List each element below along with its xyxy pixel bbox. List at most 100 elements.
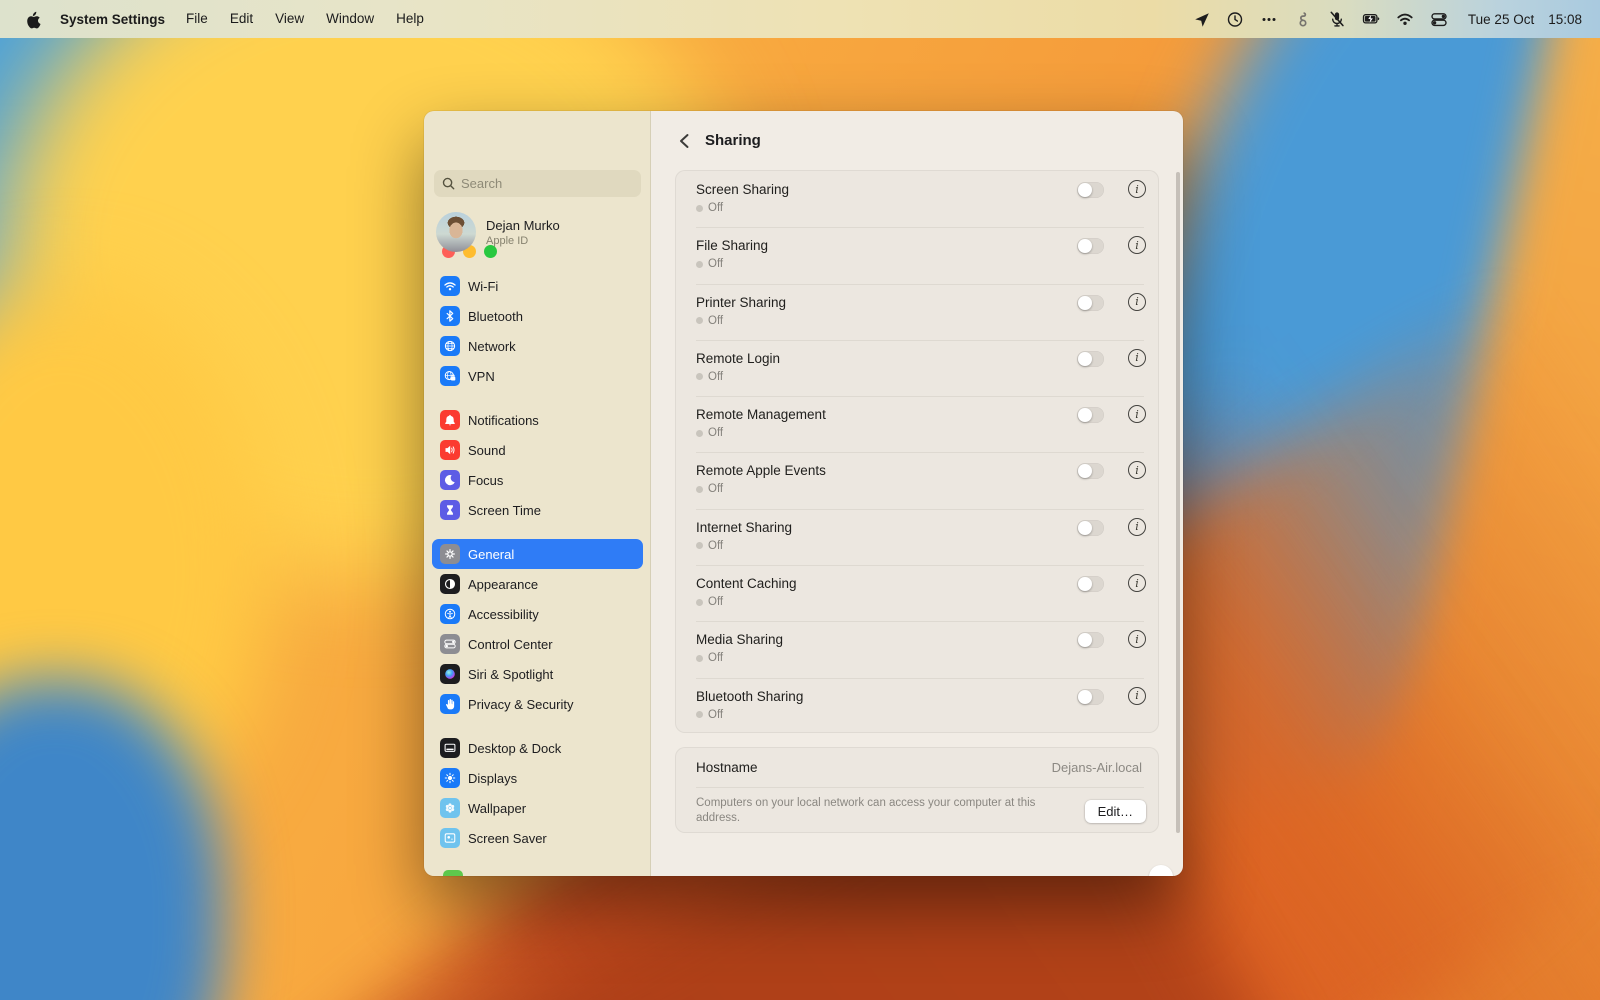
service-toggle[interactable] (1077, 182, 1104, 198)
profile-row[interactable]: Dejan Murko Apple ID (436, 212, 560, 252)
sidebar-item-focus[interactable]: Focus (432, 465, 643, 495)
bluetooth-icon (440, 306, 460, 326)
menubar-clock[interactable]: 15:08 (1548, 12, 1582, 27)
menu-edit[interactable]: Edit (219, 11, 264, 26)
sidebar-item-label: Siri & Spotlight (468, 667, 553, 682)
sidebar-item-wallpaper[interactable]: Wallpaper (432, 793, 643, 823)
location-icon[interactable] (1184, 7, 1218, 31)
search-field[interactable]: Search (434, 170, 641, 197)
service-label: Screen Sharing (696, 182, 1138, 197)
service-toggle[interactable] (1077, 576, 1104, 592)
service-label: Remote Apple Events (696, 463, 1138, 478)
info-button[interactable]: i (1128, 236, 1146, 254)
more-status-icon[interactable] (1252, 7, 1286, 31)
status-dot-icon (696, 261, 703, 268)
sidebar-item-network[interactable]: Network (432, 331, 643, 361)
status-dot-icon (696, 373, 703, 380)
menu-file[interactable]: File (175, 11, 219, 26)
scroll-reverser-icon[interactable] (1286, 7, 1320, 31)
recents-clock-icon[interactable] (1218, 7, 1252, 31)
service-label: Bluetooth Sharing (696, 689, 1138, 704)
sharing-row-internet-sharing: Internet SharingOffi (676, 509, 1158, 565)
sidebar-item-label: Wi-Fi (468, 279, 498, 294)
search-placeholder: Search (461, 176, 502, 191)
hourglass-icon (440, 500, 460, 520)
control-center-icon[interactable] (1422, 7, 1456, 31)
info-button[interactable]: i (1128, 293, 1146, 311)
service-status: Off (696, 427, 1138, 439)
wifi-status-icon[interactable] (1388, 7, 1422, 31)
control-center-icon (440, 634, 460, 654)
status-dot-icon (696, 655, 703, 662)
service-status: Off (696, 371, 1138, 383)
info-button[interactable]: i (1128, 461, 1146, 479)
service-label: Remote Management (696, 407, 1138, 422)
info-button[interactable]: i (1128, 180, 1146, 198)
menubar-date[interactable]: Tue 25 Oct (1468, 12, 1534, 27)
service-toggle[interactable] (1077, 351, 1104, 367)
sidebar-item-screen-time[interactable]: Screen Time (432, 495, 643, 525)
menu-window[interactable]: Window (315, 11, 385, 26)
toggle-knob (1078, 690, 1092, 704)
sidebar-item-screen-saver[interactable]: Screen Saver (432, 823, 643, 853)
toggle-knob (1078, 408, 1092, 422)
sidebar-item-appearance[interactable]: Appearance (432, 569, 643, 599)
menu-view[interactable]: View (264, 11, 315, 26)
service-toggle[interactable] (1077, 520, 1104, 536)
bell-icon (440, 410, 460, 430)
sidebar-item-siri-spotlight[interactable]: Siri & Spotlight (432, 659, 643, 689)
battery-charging-icon[interactable] (1354, 7, 1388, 31)
sidebar-item-accessibility[interactable]: Accessibility (432, 599, 643, 629)
sidebar-item-control-center[interactable]: Control Center (432, 629, 643, 659)
sharing-row-media-sharing: Media SharingOffi (676, 621, 1158, 677)
service-toggle[interactable] (1077, 238, 1104, 254)
service-toggle[interactable] (1077, 463, 1104, 479)
sidebar-item-desktop-dock[interactable]: Desktop & Dock (432, 733, 643, 763)
sidebar-item-label: Appearance (468, 577, 538, 592)
edit-hostname-button[interactable]: Edit… (1085, 800, 1146, 823)
service-toggle[interactable] (1077, 632, 1104, 648)
menu-help[interactable]: Help (385, 11, 435, 26)
mic-muted-icon[interactable] (1320, 7, 1354, 31)
sidebar-item-label: Notifications (468, 413, 539, 428)
apple-menu-icon[interactable] (14, 10, 50, 29)
info-button[interactable]: i (1128, 405, 1146, 423)
toggle-knob (1078, 183, 1092, 197)
sidebar-item-notifications[interactable]: Notifications (432, 405, 643, 435)
hostname-value: Dejans-Air.local (1052, 760, 1142, 775)
moon-icon (440, 470, 460, 490)
status-dot-icon (696, 542, 703, 549)
next-row-toggle-peek (1149, 865, 1173, 876)
service-label: Media Sharing (696, 632, 1138, 647)
scrollbar[interactable] (1176, 172, 1180, 833)
status-dot-icon (696, 711, 703, 718)
service-toggle[interactable] (1077, 689, 1104, 705)
info-button[interactable]: i (1128, 518, 1146, 536)
service-toggle[interactable] (1077, 407, 1104, 423)
sidebar-item-wi-fi[interactable]: Wi-Fi (432, 271, 643, 301)
sidebar-item-general[interactable]: General (432, 539, 643, 569)
service-toggle[interactable] (1077, 295, 1104, 311)
info-button[interactable]: i (1128, 349, 1146, 367)
flower-icon (440, 798, 460, 818)
sidebar-item-privacy-security[interactable]: Privacy & Security (432, 689, 643, 719)
sidebar-item-label: Bluetooth (468, 309, 523, 324)
info-button[interactable]: i (1128, 687, 1146, 705)
status-dot-icon (696, 486, 703, 493)
sidebar-item-sound[interactable]: Sound (432, 435, 643, 465)
status-text: Off (708, 483, 723, 495)
vpn-icon (440, 366, 460, 386)
menubar-app-name[interactable]: System Settings (50, 12, 175, 27)
sidebar-item-bluetooth[interactable]: Bluetooth (432, 301, 643, 331)
wifi-icon (440, 276, 460, 296)
sidebar-group: Notifications SoundFocusScreen Time (432, 405, 643, 525)
sidebar-group: General Appearance AccessibilityControl Ce… (432, 539, 643, 719)
info-button[interactable]: i (1128, 630, 1146, 648)
sidebar-item-displays[interactable]: Displays (432, 763, 643, 793)
info-button[interactable]: i (1128, 574, 1146, 592)
sidebar-item-label: VPN (468, 369, 495, 384)
sharing-row-file-sharing: File SharingOffi (676, 227, 1158, 283)
sidebar-item-vpn[interactable]: VPN (432, 361, 643, 391)
status-text: Off (708, 258, 723, 270)
back-button[interactable] (671, 128, 697, 154)
